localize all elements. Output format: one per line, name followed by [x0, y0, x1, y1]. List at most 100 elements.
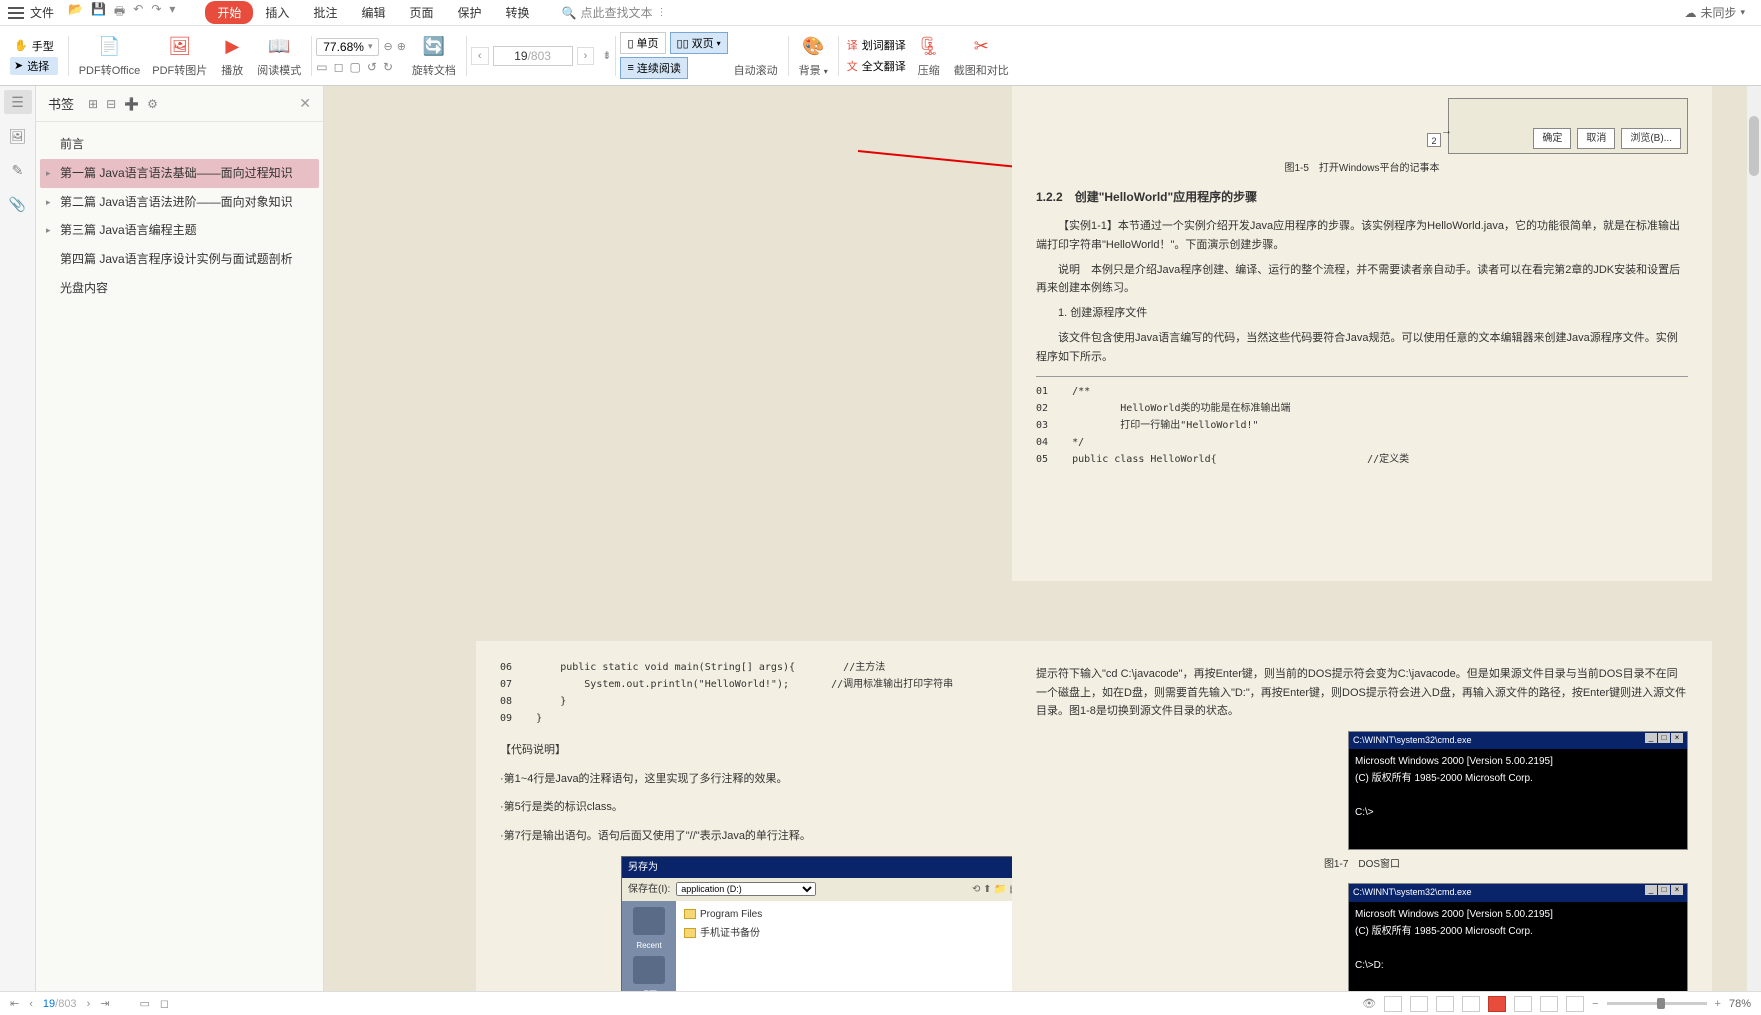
expand-icon[interactable]: ▸	[46, 196, 51, 209]
close-panel-icon[interactable]: ✕	[299, 95, 311, 112]
continuous-button[interactable]: ≡连续阅读	[620, 57, 687, 79]
word-translate-label: 划词翻译	[862, 37, 906, 53]
bookmark-item[interactable]: 前言	[40, 130, 319, 159]
zoom-dropdown[interactable]: 77.68%▾	[316, 38, 379, 56]
layout-btn-6[interactable]	[1540, 996, 1558, 1012]
bookmark-item[interactable]: 第四篇 Java语言程序设计实例与面试题剖析	[40, 245, 319, 274]
next-page-button[interactable]: ›	[577, 47, 595, 65]
play-button[interactable]: ▶ 播放	[213, 34, 251, 78]
vertical-scrollbar[interactable]	[1747, 86, 1761, 991]
zoom-out-button[interactable]: −	[1592, 998, 1598, 1010]
bookmark-item[interactable]: 光盘内容	[40, 274, 319, 303]
first-page-button[interactable]: ⇤	[10, 997, 19, 1010]
zoom-slider[interactable]	[1607, 1002, 1707, 1005]
page-jump-icon[interactable]: ⇟	[602, 49, 611, 62]
paragraph: 该文件包含使用Java语言编写的代码，当然这些代码要符合Java规范。可以使用任…	[1036, 329, 1688, 366]
layout-btn-1[interactable]	[1384, 996, 1402, 1012]
document-viewport[interactable]: 2 → 确定 取消 浏览(B)... 图1-5 打开Windows平台的记事本 …	[324, 86, 1761, 991]
section-heading: 1.2.2 创建"HelloWorld"应用程序的步骤	[1036, 187, 1688, 207]
savein-label: 保存在(I):	[628, 881, 670, 898]
pdf-to-image-button[interactable]: 🖼 PDF转图片	[146, 34, 213, 78]
annotations-icon[interactable]: ✎	[4, 158, 32, 182]
search-icon: 🔍	[562, 6, 577, 20]
bookmark-item[interactable]: ▸第一篇 Java语言语法基础——面向过程知识	[40, 159, 319, 188]
print-icon[interactable]: 🖶	[114, 2, 125, 23]
prev-page-button[interactable]: ‹	[471, 47, 489, 65]
menu-icon[interactable]	[8, 7, 24, 19]
layout-btn-2[interactable]	[1410, 996, 1428, 1012]
tab-convert[interactable]: 转换	[494, 1, 542, 24]
background-icon: 🎨	[800, 34, 826, 60]
pdf-to-office-button[interactable]: 📄 PDF转Office	[73, 34, 147, 78]
redo-icon[interactable]: ↷	[151, 2, 161, 23]
bookmark-panel-icon[interactable]: ☰	[4, 90, 32, 114]
pdf-office-icon: 📄	[96, 34, 122, 60]
background-button[interactable]: 🎨 背景 ▾	[793, 34, 834, 78]
thumbnails-icon[interactable]: 🖼	[4, 124, 32, 148]
file-menu[interactable]: 文件	[30, 4, 54, 21]
sync-button[interactable]: ☁ 未同步 ▾	[1676, 2, 1753, 23]
layout-btn-7[interactable]	[1566, 996, 1584, 1012]
tab-annotate[interactable]: 批注	[301, 1, 349, 24]
zoom-in-button[interactable]: +	[1715, 998, 1721, 1010]
expand-icon[interactable]: ▸	[46, 167, 51, 180]
tab-start[interactable]: 开始	[205, 1, 253, 24]
expand-icon[interactable]: ▸	[46, 224, 51, 237]
zoom-percent[interactable]: 78%	[1729, 998, 1751, 1010]
compress-button[interactable]: 🗜 压缩	[910, 34, 948, 78]
page-input[interactable]: 19/803	[493, 46, 573, 66]
tab-edit[interactable]: 编辑	[349, 1, 397, 24]
prev-page-button[interactable]: ‹	[29, 998, 33, 1010]
bm-collapse-icon[interactable]: ⊟	[106, 97, 116, 111]
bm-add-icon[interactable]: ➕	[124, 97, 139, 111]
word-translate-button[interactable]: 译划词翻译	[843, 36, 910, 54]
hand-tool[interactable]: ✋手型	[10, 37, 58, 55]
view-icon-a[interactable]: ▭	[139, 997, 149, 1010]
last-page-button[interactable]: ⇥	[100, 997, 109, 1010]
bm-expand-icon[interactable]: ⊞	[88, 97, 98, 111]
zoom-in-icon[interactable]: ⊕	[397, 40, 406, 53]
folder-icon	[684, 928, 696, 938]
fit-page-icon[interactable]: ◻	[334, 60, 344, 74]
open-icon[interactable]: 📂	[68, 2, 83, 23]
bookmark-item[interactable]: ▸第三篇 Java语言编程主题	[40, 216, 319, 245]
more-icon[interactable]: ▾	[169, 2, 175, 23]
layout-btn-5[interactable]	[1514, 996, 1532, 1012]
tab-page[interactable]: 页面	[397, 1, 445, 24]
tab-insert[interactable]: 插入	[253, 1, 301, 24]
auto-scroll-button[interactable]: 自动滚动	[728, 34, 784, 78]
dual-page-button[interactable]: ▯▯双页▾	[670, 32, 728, 54]
attachments-icon[interactable]: 📎	[4, 192, 32, 216]
layout-btn-active[interactable]	[1488, 996, 1506, 1012]
zoom-slider-thumb[interactable]	[1657, 998, 1665, 1009]
rotate-right-icon[interactable]: ↻	[383, 60, 393, 74]
save-icon[interactable]: 💾	[91, 2, 106, 23]
hand-icon: ✋	[14, 39, 28, 52]
layout-btn-4[interactable]	[1462, 996, 1480, 1012]
screenshot-compare-button[interactable]: ✂ 截图和对比	[948, 34, 1015, 78]
read-mode-button[interactable]: 📖 阅读模式	[251, 34, 307, 78]
select-tool[interactable]: ➤选择	[10, 57, 58, 75]
chevron-down-icon: ▾	[368, 41, 373, 52]
search-box[interactable]: 🔍 点此查找文本 ⋮	[562, 4, 667, 21]
view-icon-b[interactable]: ◻	[160, 997, 169, 1010]
actual-size-icon[interactable]: ▢	[350, 60, 361, 74]
rotate-doc-button[interactable]: 🔄 旋转文档	[406, 34, 462, 78]
menu-bar: 文件 📂 💾 🖶 ↶ ↷ ▾ 开始 插入 批注 编辑 页面 保护 转换 🔍 点此…	[0, 0, 1761, 26]
desktop-icon	[633, 956, 665, 984]
tab-protect[interactable]: 保护	[445, 1, 493, 24]
single-page-button[interactable]: ▯单页	[620, 32, 665, 54]
layout-btn-3[interactable]	[1436, 996, 1454, 1012]
full-translate-button[interactable]: 文全文翻译	[843, 57, 910, 75]
next-page-button[interactable]: ›	[87, 998, 91, 1010]
scroll-thumb[interactable]	[1749, 116, 1759, 176]
eye-icon[interactable]: 👁	[1362, 997, 1376, 1010]
saveas-dialog-mock: 另存为 ?× 保存在(I): application (D:) ⟲ ⬆ 📁 ▦▾…	[621, 856, 1031, 991]
bookmark-item[interactable]: ▸第二篇 Java语言语法进阶——面向对象知识	[40, 188, 319, 217]
undo-icon[interactable]: ↶	[133, 2, 143, 23]
rotate-left-icon[interactable]: ↺	[367, 60, 377, 74]
fit-width-icon[interactable]: ▭	[316, 60, 327, 74]
zoom-out-icon[interactable]: ⊖	[383, 40, 392, 53]
bm-settings-icon[interactable]: ⚙	[147, 97, 158, 111]
status-page-input[interactable]: 19	[43, 998, 55, 1010]
